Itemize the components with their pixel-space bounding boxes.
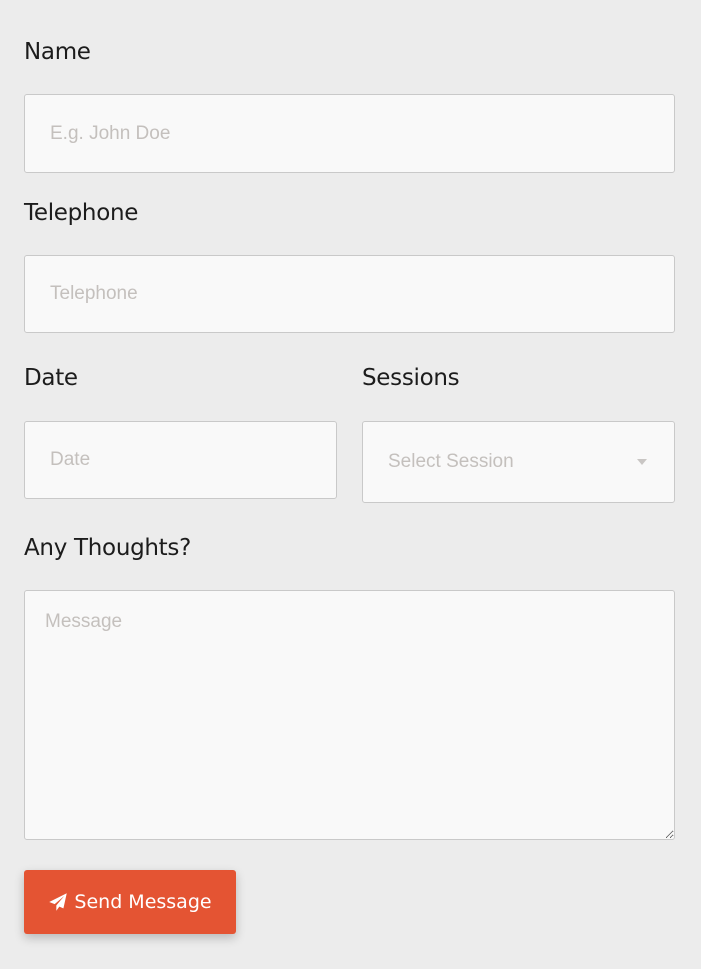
- caret-down-icon: [637, 459, 647, 465]
- sessions-label: Sessions: [362, 365, 460, 391]
- send-message-label: Send Message: [74, 891, 212, 913]
- paper-plane-icon: [48, 892, 68, 912]
- message-textarea[interactable]: [24, 590, 675, 840]
- sessions-select[interactable]: Select Session: [362, 421, 675, 503]
- date-input[interactable]: [24, 421, 337, 499]
- name-input[interactable]: [24, 94, 675, 173]
- telephone-input[interactable]: [24, 255, 675, 333]
- telephone-label: Telephone: [24, 200, 139, 226]
- date-label: Date: [24, 365, 78, 391]
- sessions-selected-value: Select Session: [388, 451, 514, 472]
- send-message-button[interactable]: Send Message: [24, 870, 236, 934]
- name-label: Name: [24, 39, 91, 65]
- thoughts-label: Any Thoughts?: [24, 535, 191, 561]
